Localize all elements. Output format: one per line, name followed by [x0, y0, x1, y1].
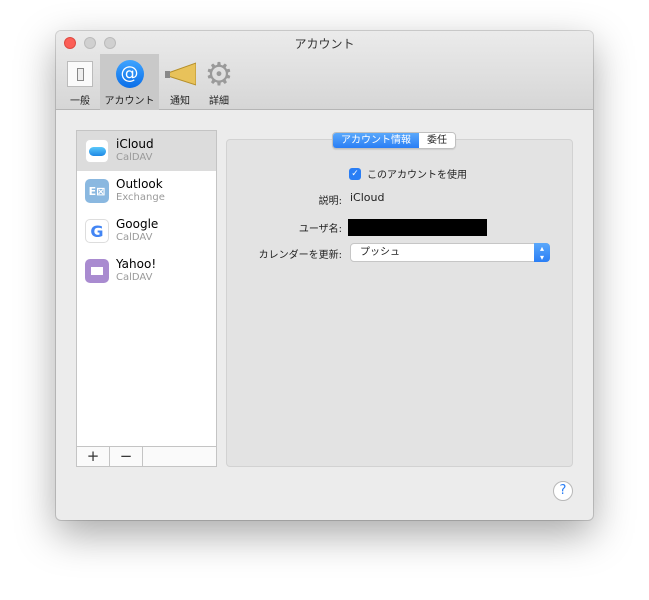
account-name: Google — [116, 217, 159, 231]
remove-account-button[interactable]: − — [110, 447, 143, 466]
account-name: Outlook — [116, 177, 163, 191]
account-name: iCloud — [116, 137, 154, 151]
tab-accounts[interactable]: @ アカウント — [100, 54, 159, 110]
tab-label: アカウント — [104, 96, 155, 107]
gear-icon: ⚙ — [204, 55, 234, 93]
enable-account-label: このアカウントを使用 — [367, 170, 467, 181]
google-icon: G — [85, 219, 109, 243]
description-value[interactable]: iCloud — [350, 191, 384, 204]
at-icon: @ — [114, 58, 146, 90]
account-detail-panel — [226, 139, 573, 467]
segmented-control: アカウント情報 委任 — [332, 132, 456, 149]
enable-account-checkbox[interactable]: ✓ — [349, 167, 361, 180]
megaphone-icon — [164, 58, 196, 90]
account-type: CalDAV — [116, 272, 153, 283]
account-item-google[interactable]: G Google CalDAV — [77, 211, 216, 251]
account-item-yahoo[interactable]: Yahoo! CalDAV — [77, 251, 216, 291]
tab-account-info[interactable]: アカウント情報 — [333, 133, 419, 148]
preferences-window: アカウント 一般 @ アカウント 通知 ⚙ 詳細 iCloud CalDAV E… — [56, 31, 593, 520]
add-account-button[interactable]: + — [77, 447, 110, 466]
username-label: ユーザ名: — [298, 224, 342, 235]
help-button[interactable]: ? — [553, 481, 573, 501]
tab-label: 一般 — [70, 96, 90, 107]
icloud-icon — [85, 139, 109, 163]
account-list: iCloud CalDAV E⊠ Outlook Exchange G Goog… — [76, 130, 217, 467]
username-redacted — [348, 219, 487, 236]
description-label: 説明: — [318, 196, 342, 207]
tab-advanced[interactable]: ⚙ 詳細 — [200, 54, 238, 110]
account-type: CalDAV — [116, 152, 153, 163]
title-bar: アカウント 一般 @ アカウント 通知 ⚙ 詳細 — [56, 31, 593, 110]
refresh-value: プッシュ — [360, 247, 400, 258]
account-type: Exchange — [116, 192, 165, 203]
account-name: Yahoo! — [116, 257, 157, 271]
tab-label: 詳細 — [209, 96, 229, 107]
tab-notifications[interactable]: 通知 — [160, 54, 200, 110]
chevron-updown-icon: ▴ ▾ — [534, 243, 550, 262]
list-button-bar: + − — [77, 446, 216, 466]
tab-delegation[interactable]: 委任 — [419, 133, 455, 148]
refresh-select[interactable]: プッシュ ▴ ▾ — [350, 243, 550, 262]
switch-icon — [64, 58, 96, 90]
tab-general[interactable]: 一般 — [61, 54, 99, 110]
exchange-icon: E⊠ — [85, 179, 109, 203]
refresh-label: カレンダーを更新: — [258, 250, 342, 261]
account-item-outlook[interactable]: E⊠ Outlook Exchange — [77, 171, 216, 211]
account-type: CalDAV — [116, 232, 153, 243]
enable-account-row: ✓ このアカウントを使用 — [349, 166, 467, 181]
mail-icon — [85, 259, 109, 283]
account-item-icloud[interactable]: iCloud CalDAV — [77, 131, 216, 171]
window-title: アカウント — [294, 37, 355, 51]
tab-label: 通知 — [170, 96, 190, 107]
